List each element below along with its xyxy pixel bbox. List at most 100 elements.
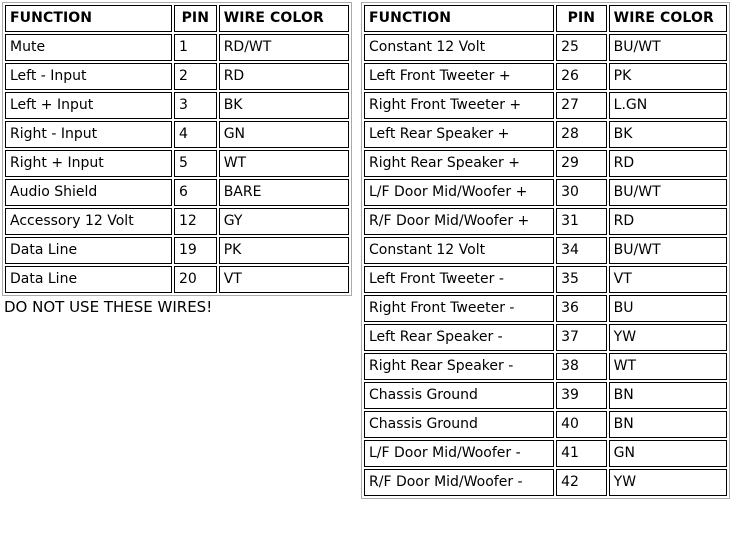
cell-function: Audio Shield [5,179,172,206]
table-header: FUNCTION PIN WIRE COLOR [5,5,349,32]
cell-wire-color: WT [218,150,349,177]
cell-wire-color: L.GN [608,92,727,119]
cell-wire-color: RD [608,208,727,235]
table-row: Accessory 12 Volt 12 GY [5,208,349,235]
cell-function: Right Front Tweeter - [364,295,555,322]
cell-pin: 34 [556,237,607,264]
table-body: Constant 12 Volt 25 BU/WT Left Front Tweete… [364,34,727,496]
cell-function: Right + Input [5,150,172,177]
cell-wire-color: GN [608,440,727,467]
cell-wire-color: BU [608,295,727,322]
table-row: Constant 12 Volt 34 BU/WT [364,237,727,264]
table-row: Right Front Tweeter -36 BU [364,295,727,322]
cell-wire-color: PK [218,237,349,264]
cell-function: Constant 12 Volt [364,34,555,61]
cell-function: Data Line [5,237,172,264]
cell-pin: 31 [556,208,607,235]
cell-function: R/F Door Mid/Woofer - [364,469,555,496]
cell-wire-color: BARE [218,179,349,206]
table-row: Chassis Ground 39 BN [364,382,727,409]
cell-pin: 41 [556,440,607,467]
cell-function: R/F Door Mid/Woofer + [364,208,555,235]
cell-wire-color: RD/WT [218,34,349,61]
cell-pin: 19 [173,237,217,264]
cell-pin: 35 [556,266,607,293]
cell-wire-color: BU/WT [608,237,727,264]
table-row: L/F Door Mid/Woofer +30 BU/WT [364,179,727,206]
cell-pin: 39 [556,382,607,409]
cell-function: Left Front Tweeter + [364,63,555,90]
table-row: Mute 1 RD/WT [5,34,349,61]
wiring-pinout-page: FUNCTION PIN WIRE COLOR Mute 1 RD/WT Left -… [0,0,739,559]
cell-pin: 6 [173,179,217,206]
cell-function: Mute [5,34,172,61]
cell-pin: 40 [556,411,607,438]
header-pin: PIN [173,5,217,32]
cell-pin: 37 [556,324,607,351]
cell-function: Left Rear Speaker + [364,121,555,148]
table-row: Right Rear Speaker +29 RD [364,150,727,177]
table-row: Left Front Tweeter -35 VT [364,266,727,293]
table-row: Left Rear Speaker -37 YW [364,324,727,351]
table-row: Constant 12 Volt 25 BU/WT [364,34,727,61]
table-row: R/F Door Mid/Woofer -42 YW [364,469,727,496]
header-row: FUNCTION PIN WIRE COLOR [5,5,349,32]
cell-wire-color: RD [608,150,727,177]
table-row: Right - Input 4 GN [5,121,349,148]
header-wire-color: WIRE COLOR [218,5,349,32]
table-row: Left + Input 3 BK [5,92,349,119]
cell-pin: 28 [556,121,607,148]
cell-wire-color: VT [218,266,349,293]
cell-pin: 1 [173,34,217,61]
left-table-block: FUNCTION PIN WIRE COLOR Mute 1 RD/WT Left -… [2,2,352,316]
cell-function: Right - Input [5,121,172,148]
cell-pin: 12 [173,208,217,235]
cell-function: Chassis Ground [364,382,555,409]
table-row: Right Front Tweeter +27 L.GN [364,92,727,119]
cell-pin: 26 [556,63,607,90]
cell-wire-color: BU/WT [608,179,727,206]
table-header: FUNCTION PIN WIRE COLOR [364,5,727,32]
header-row: FUNCTION PIN WIRE COLOR [364,5,727,32]
cell-pin: 20 [173,266,217,293]
cell-wire-color: BK [608,121,727,148]
cell-pin: 2 [173,63,217,90]
cell-function: Left - Input [5,63,172,90]
table-row: Left Front Tweeter +26 PK [364,63,727,90]
cell-wire-color: WT [608,353,727,380]
table-row: Data Line 19 PK [5,237,349,264]
header-function: FUNCTION [5,5,172,32]
cell-function: Right Front Tweeter + [364,92,555,119]
table-row: Left - Input 2 RD [5,63,349,90]
header-pin: PIN [556,5,607,32]
cell-pin: 38 [556,353,607,380]
cell-function: Data Line [5,266,172,293]
cell-function: L/F Door Mid/Woofer + [364,179,555,206]
cell-wire-color: YW [608,324,727,351]
table-row: L/F Door Mid/Woofer -41 GN [364,440,727,467]
cell-function: Right Rear Speaker + [364,150,555,177]
cell-function: Chassis Ground [364,411,555,438]
do-not-use-caption: DO NOT USE THESE WIRES! [4,298,213,316]
cell-wire-color: GN [218,121,349,148]
cell-wire-color: RD [218,63,349,90]
cell-pin: 25 [556,34,607,61]
cell-wire-color: BN [608,382,727,409]
cell-function: Constant 12 Volt [364,237,555,264]
table-row: Right + Input 5 WT [5,150,349,177]
cell-pin: 36 [556,295,607,322]
table-row: Right Rear Speaker -38 WT [364,353,727,380]
cell-pin: 29 [556,150,607,177]
cell-wire-color: BN [608,411,727,438]
cell-function: Right Rear Speaker - [364,353,555,380]
cell-pin: 4 [173,121,217,148]
cell-pin: 42 [556,469,607,496]
header-function: FUNCTION [364,5,555,32]
cell-function: Left Front Tweeter - [364,266,555,293]
cell-function: Left Rear Speaker - [364,324,555,351]
cell-pin: 3 [173,92,217,119]
table-row: Audio Shield 6 BARE [5,179,349,206]
header-wire-color: WIRE COLOR [608,5,727,32]
cell-wire-color: YW [608,469,727,496]
right-table-block: FUNCTION PIN WIRE COLOR Constant 12 Volt… [361,2,730,499]
